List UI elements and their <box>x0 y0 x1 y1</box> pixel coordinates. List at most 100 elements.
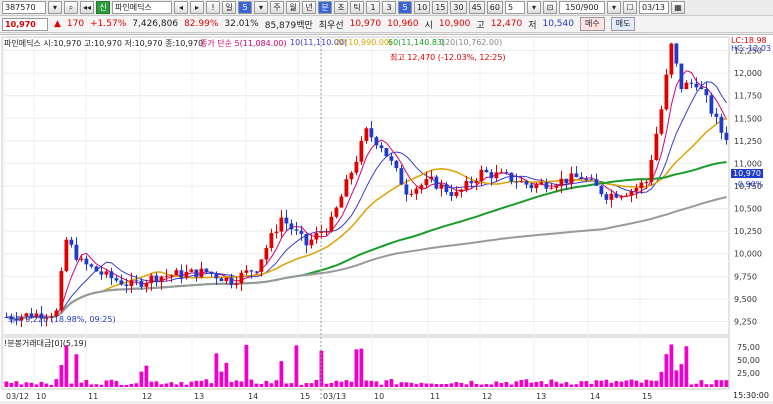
candle-body <box>574 173 579 178</box>
period-tick-button[interactable]: 틱 <box>350 1 365 14</box>
flag-button[interactable]: ! <box>206 1 221 14</box>
sell-button[interactable]: 매도 <box>610 17 636 31</box>
interval-10-button[interactable]: 10 <box>414 1 431 14</box>
candle-body <box>514 181 519 183</box>
volume-bar <box>239 381 244 387</box>
period-second-button[interactable]: 초 <box>334 1 349 14</box>
period-day-button[interactable]: 일 <box>222 1 237 14</box>
candle-body <box>624 195 629 197</box>
candle-body <box>334 207 339 217</box>
volume-bar <box>149 381 154 387</box>
candle-body <box>479 169 484 182</box>
ask-price: 10,970 <box>349 19 382 29</box>
candle-body <box>364 128 369 141</box>
candle-body <box>274 231 279 234</box>
count-dropdown-icon[interactable]: ▾ <box>526 1 541 14</box>
code-dropdown-icon[interactable]: ▾ <box>48 1 62 14</box>
chart-area[interactable]: 12,250 12,000 11,750 11,500 11,250 11,000 10,7… <box>0 34 773 401</box>
candle-body <box>654 133 659 161</box>
volume-bar <box>469 380 474 387</box>
volume-bar <box>44 383 49 387</box>
volume-bar <box>169 382 174 387</box>
interval-45-button[interactable]: 45 <box>468 1 485 14</box>
high-label: 고 <box>476 20 485 31</box>
volume: 7,426,806 <box>132 19 179 29</box>
candle-body <box>319 231 324 233</box>
volume-bar <box>439 384 444 387</box>
volume-bar <box>124 384 129 387</box>
volume-bar <box>574 384 579 387</box>
volume-bar <box>144 365 149 387</box>
search-icon[interactable]: ⌕ <box>64 1 78 14</box>
prev-icon[interactable]: ◂ <box>174 1 189 14</box>
volume-bar <box>414 384 419 387</box>
volume-bar <box>364 380 369 387</box>
period-month-button[interactable]: 월 <box>286 1 301 14</box>
interval-5-button[interactable]: 5 <box>398 1 413 14</box>
up-arrow-icon: ▲ <box>54 19 61 29</box>
candle-body <box>474 181 479 184</box>
volume-bar <box>234 380 239 387</box>
range-down-icon[interactable]: ▾ <box>606 1 621 14</box>
volume-bar <box>274 380 279 387</box>
volume-bar <box>14 381 19 387</box>
speaker-icon[interactable]: ◂◂ <box>80 1 95 14</box>
volume-bar <box>104 380 109 387</box>
candle-body <box>589 179 594 181</box>
count-select[interactable]: 5 <box>504 1 525 14</box>
num-dropdown-icon[interactable]: ▾ <box>254 1 269 14</box>
volume-bar <box>299 384 304 387</box>
interval-15-button[interactable]: 15 <box>432 1 449 14</box>
volume-bar <box>359 348 364 387</box>
candlestick-chart[interactable]: 12,25012,00011,75011,50011,25011,00010,7… <box>0 35 773 401</box>
volume-bar <box>689 384 694 387</box>
candle-body <box>224 277 229 282</box>
volume-bar <box>244 344 249 387</box>
volume-bar <box>409 382 414 387</box>
buy-button[interactable]: 매수 <box>579 17 605 31</box>
candle-body <box>389 156 394 161</box>
lock-icon[interactable]: ⊡ <box>542 1 557 14</box>
candle-body <box>84 258 89 265</box>
candle-body <box>69 239 74 245</box>
volume-bar <box>714 379 719 387</box>
next-icon[interactable]: ▸ <box>190 1 205 14</box>
date-input[interactable]: 03/13 <box>638 1 669 14</box>
volume-bar <box>544 384 549 387</box>
stock-code-input[interactable]: 387570 <box>2 1 46 14</box>
interval-3-button[interactable]: 3 <box>382 1 397 14</box>
turnover-pct: 32.01% <box>224 19 259 29</box>
volume-bar <box>589 383 594 387</box>
period-minute-button[interactable]: 분 <box>318 1 333 14</box>
volume-bar <box>519 379 524 387</box>
quote-bar: 10,970 ▲ 170 +1.57% 7,426,806 82.99% 32.… <box>0 16 773 33</box>
volume-bar <box>84 379 89 387</box>
time-right-label: 15:30:00 <box>733 391 769 400</box>
candle-body <box>74 244 79 260</box>
calendar-icon[interactable]: ▦ <box>670 1 685 14</box>
candle-body <box>684 82 689 90</box>
volume-bar <box>154 381 159 387</box>
best-quote-label: 최우선 <box>318 20 344 31</box>
candle-body <box>554 185 559 188</box>
candle-body <box>529 184 534 189</box>
volume-bar <box>329 382 334 387</box>
candle-body <box>399 168 404 185</box>
interval-1-button[interactable]: 1 <box>366 1 381 14</box>
candle-body <box>149 275 154 284</box>
candle-body <box>419 185 424 189</box>
candle-body <box>264 248 269 260</box>
volume-bar <box>4 381 9 387</box>
volume-bar <box>399 382 404 387</box>
period-year-button[interactable]: 년 <box>302 1 317 14</box>
calendar-checkbox[interactable]: ☐ <box>622 1 637 14</box>
current-price-tag: 10,970 <box>731 169 763 178</box>
period-week-button[interactable]: 주 <box>270 1 285 14</box>
period-num-button[interactable]: 5 <box>238 1 253 14</box>
interval-30-button[interactable]: 30 <box>450 1 467 14</box>
volume-bar <box>89 384 94 387</box>
volume-bar <box>609 382 614 387</box>
candle-body <box>94 266 99 272</box>
candle-body <box>179 270 184 278</box>
interval-60-button[interactable]: 60 <box>486 1 503 14</box>
